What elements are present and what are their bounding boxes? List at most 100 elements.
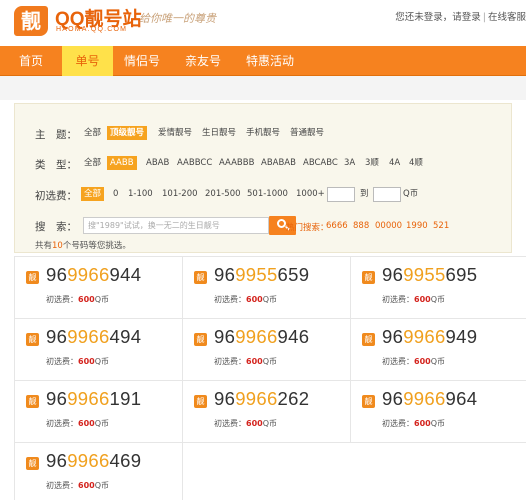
search-input[interactable]: 搜"1989"试试，换一无二的生日靓号 [83, 217, 269, 234]
number-card[interactable]: 靓 969955659 初选费：600Q币 [184, 257, 350, 319]
theme-label: 主 题： [35, 129, 77, 141]
number-card[interactable]: 靓 969966469 初选费：600Q币 [16, 443, 182, 500]
qq-number-highlight: 9966 [235, 388, 278, 409]
nav-home[interactable]: 首页 [0, 46, 62, 76]
price-option[interactable]: 0 [110, 187, 121, 201]
nav-promotion[interactable]: 特惠活动 [235, 46, 305, 76]
nav-couple[interactable]: 情侣号 [113, 46, 171, 76]
type-option[interactable]: 4顺 [406, 156, 426, 170]
hot-search-item[interactable]: 00000 [375, 221, 402, 231]
number-card[interactable]: 靓 969955695 初选费：600Q币 [352, 257, 518, 319]
number-price: 初选费：600Q币 [214, 357, 277, 366]
number-price: 初选费：600Q币 [382, 295, 445, 304]
qq-number[interactable]: 969955659 [214, 264, 309, 286]
result-count-number: 10 [52, 241, 63, 251]
main-nav: 首页 单号 情侣号 亲友号 特惠活动 [0, 46, 526, 76]
theme-option[interactable]: 普通靓号 [287, 126, 327, 140]
qq-number[interactable]: 969955695 [382, 264, 477, 286]
theme-option-selected[interactable]: 顶级靓号 [107, 126, 148, 140]
number-price: 初选费：600Q币 [214, 295, 277, 304]
liang-badge-icon: 靓 [362, 271, 375, 284]
price-option[interactable]: 1-100 [125, 187, 156, 201]
theme-option[interactable]: 爱情靓号 [155, 126, 195, 140]
type-option[interactable]: 4A [386, 156, 403, 170]
qq-number[interactable]: 969966944 [46, 264, 141, 286]
nav-single[interactable]: 单号 [62, 46, 113, 76]
theme-option[interactable]: 手机靓号 [243, 126, 283, 140]
price-option[interactable]: 1000+ [293, 187, 328, 201]
nav-family[interactable]: 亲友号 [171, 46, 235, 76]
price-option[interactable]: 101-200 [159, 187, 201, 201]
qq-number-highlight: 9966 [67, 326, 110, 347]
logo-icon[interactable]: 靓 [14, 6, 48, 36]
liang-badge-icon: 靓 [26, 457, 39, 470]
hot-search-item[interactable]: 6666 [326, 221, 348, 231]
price-amount: 600 [246, 357, 263, 366]
qq-number-highlight: 9966 [403, 326, 446, 347]
qq-number-highlight: 9966 [235, 326, 278, 347]
number-card[interactable]: 靓 969966494 初选费：600Q币 [16, 319, 182, 381]
type-option[interactable]: 全部 [81, 156, 104, 170]
qq-number-highlight: 9966 [67, 450, 110, 471]
number-card[interactable]: 靓 969966191 初选费：600Q币 [16, 381, 182, 443]
price-amount: 600 [78, 419, 95, 428]
top-links: 您还未登录，请登录 | 在线客服 [395, 12, 526, 23]
site-slogan: 给你唯一的尊贵 [139, 12, 216, 25]
type-option[interactable]: ABAB [143, 156, 172, 170]
site-header: 靓 QQ靓号站 HAOMA.QQ.COM 给你唯一的尊贵 您还未登录，请登录 | 在… [0, 0, 526, 46]
price-amount: 600 [78, 357, 95, 366]
qq-number-highlight: 9966 [67, 264, 110, 285]
price-max-input[interactable] [373, 187, 401, 202]
number-card[interactable]: 靓 969966262 初选费：600Q币 [184, 381, 350, 443]
hot-search-item[interactable]: 888 [353, 221, 369, 231]
qq-number[interactable]: 969966191 [46, 388, 141, 410]
login-link[interactable]: 您还未登录，请登录 [395, 12, 481, 23]
price-amount: 600 [246, 419, 263, 428]
type-option[interactable]: AABBCC [174, 156, 215, 170]
liang-badge-icon: 靓 [194, 271, 207, 284]
qq-number[interactable]: 969966946 [214, 326, 309, 348]
price-amount: 600 [414, 357, 431, 366]
theme-option[interactable]: 全部 [81, 126, 104, 140]
price-option[interactable]: 201-500 [202, 187, 244, 201]
number-price: 初选费：600Q币 [382, 419, 445, 428]
qq-number[interactable]: 969966469 [46, 450, 141, 472]
number-card[interactable]: 靓 969966946 初选费：600Q币 [184, 319, 350, 381]
liang-badge-icon: 靓 [26, 271, 39, 284]
service-link[interactable]: 在线客服 [488, 12, 526, 23]
type-option[interactable]: ABCABC [300, 156, 341, 170]
type-option[interactable]: AAABBB [216, 156, 257, 170]
number-price: 初选费：600Q币 [382, 357, 445, 366]
hot-search-label: 热门搜索： [286, 223, 329, 233]
theme-option[interactable]: 生日靓号 [199, 126, 239, 140]
price-option-selected[interactable]: 全部 [81, 187, 105, 201]
type-option[interactable]: 3A [341, 156, 358, 170]
price-min-input[interactable] [327, 187, 355, 202]
hot-search-item[interactable]: 521 [433, 221, 449, 231]
qq-number-highlight: 9955 [235, 264, 278, 285]
price-label: 初选费： [35, 190, 77, 202]
search-label: 搜 索： [35, 221, 77, 233]
number-price: 初选费：600Q币 [214, 419, 277, 428]
qq-number[interactable]: 969966262 [214, 388, 309, 410]
number-card[interactable]: 靓 969966964 初选费：600Q币 [352, 381, 518, 443]
liang-badge-icon: 靓 [362, 395, 375, 408]
number-card[interactable]: 靓 969966944 初选费：600Q币 [16, 257, 182, 319]
qq-number[interactable]: 969966949 [382, 326, 477, 348]
hot-search-item[interactable]: 1990 [406, 221, 428, 231]
number-price: 初选费：600Q币 [46, 357, 109, 366]
number-card[interactable]: 靓 969966949 初选费：600Q币 [352, 319, 518, 381]
qq-number[interactable]: 969966964 [382, 388, 477, 410]
qq-number[interactable]: 969966494 [46, 326, 141, 348]
number-price: 初选费：600Q币 [46, 295, 109, 304]
type-option-selected[interactable]: AABB [107, 156, 137, 170]
price-amount: 600 [78, 481, 95, 490]
type-option[interactable]: 3顺 [362, 156, 382, 170]
liang-badge-icon: 靓 [194, 395, 207, 408]
filter-panel: 主 题： 全部 顶级靓号 爱情靓号 生日靓号 手机靓号 普通靓号 类 型： 全部… [14, 103, 512, 253]
price-option[interactable]: 501-1000 [244, 187, 291, 201]
liang-badge-icon: 靓 [26, 395, 39, 408]
type-option[interactable]: ABABAB [258, 156, 299, 170]
price-to-label: 到 [360, 189, 369, 199]
price-amount: 600 [414, 295, 431, 304]
